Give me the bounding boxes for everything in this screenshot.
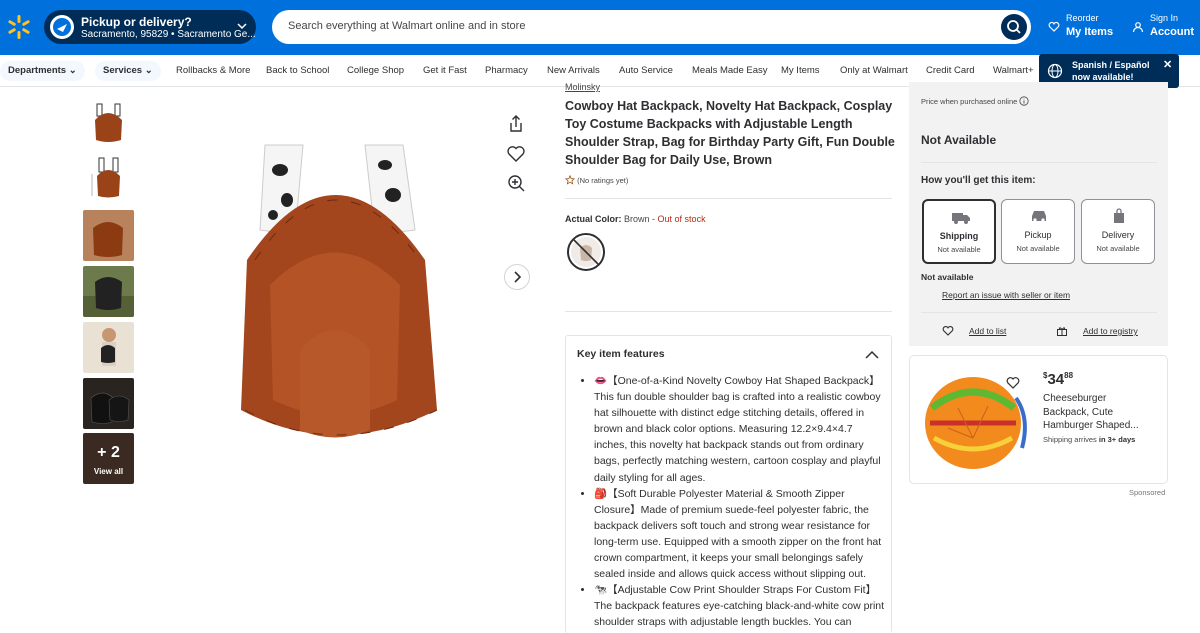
color-swatch-brown[interactable] bbox=[567, 233, 605, 271]
not-available-note: Not available bbox=[921, 272, 974, 282]
search-input[interactable]: Search everything at Walmart online and … bbox=[288, 20, 525, 32]
brand-link[interactable]: Molinsky bbox=[565, 82, 600, 92]
product-title: Cowboy Hat Backpack, Novelty Hat Backpac… bbox=[565, 99, 895, 167]
nav-credit-card[interactable]: Credit Card bbox=[918, 61, 983, 81]
shipping-option[interactable]: Shipping Not available bbox=[922, 199, 996, 264]
feature-item: 🎒【Soft Durable Polyester Material & Smoo… bbox=[594, 486, 886, 583]
globe-icon bbox=[1047, 63, 1063, 79]
nav-back-to-school[interactable]: Back to School bbox=[258, 61, 337, 81]
pickup-delivery-selector[interactable]: Pickup or delivery? Sacramento, 95829 • … bbox=[44, 10, 256, 44]
feature-item: 🐄【Adjustable Cow Print Shoulder Straps F… bbox=[594, 582, 886, 630]
more-images-count: + 2 bbox=[97, 444, 120, 461]
delivery-option[interactable]: Delivery Not available bbox=[1081, 199, 1155, 264]
thumbnail-6[interactable] bbox=[83, 378, 134, 429]
close-icon[interactable]: ✕ bbox=[1163, 58, 1172, 71]
pickup-option[interactable]: Pickup Not available bbox=[1001, 199, 1075, 264]
pickup-icon bbox=[50, 15, 74, 39]
divider bbox=[921, 312, 1157, 313]
divider bbox=[921, 162, 1157, 163]
truck-icon bbox=[952, 213, 970, 224]
bag-icon bbox=[1114, 208, 1124, 223]
nav-services[interactable]: Services ⌄ bbox=[95, 61, 161, 81]
nav-rollbacks[interactable]: Rollbacks & More bbox=[168, 61, 258, 81]
add-to-registry-link[interactable]: Add to registry bbox=[1083, 326, 1138, 336]
gift-icon[interactable] bbox=[1056, 325, 1068, 337]
heart-icon[interactable] bbox=[942, 325, 954, 337]
main-product-image[interactable] bbox=[225, 140, 450, 460]
user-icon bbox=[1132, 22, 1144, 33]
nav-new-arrivals[interactable]: New Arrivals bbox=[539, 61, 608, 81]
share-icon[interactable] bbox=[504, 112, 528, 136]
sponsored-label: Sponsored bbox=[1129, 488, 1166, 497]
info-icon[interactable] bbox=[1019, 96, 1030, 106]
nav-get-it-fast[interactable]: Get it Fast bbox=[415, 61, 475, 81]
rating[interactable]: (No ratings yet) bbox=[564, 174, 629, 185]
divider bbox=[565, 311, 892, 312]
pickup-title: Pickup or delivery? bbox=[81, 15, 192, 29]
nav-meals-made-easy[interactable]: Meals Made Easy bbox=[684, 61, 776, 81]
language-message: Spanish / Español now available! bbox=[1072, 60, 1150, 82]
thumbnail-4[interactable] bbox=[83, 266, 134, 317]
nav-only-at-walmart[interactable]: Only at Walmart bbox=[832, 61, 916, 81]
thumbnail-5[interactable] bbox=[83, 322, 134, 373]
chevron-down-icon: ⌄ bbox=[68, 65, 77, 76]
nav-departments[interactable]: Departments ⌄ bbox=[0, 61, 85, 81]
favorite-heart-icon[interactable] bbox=[504, 142, 528, 166]
favorite-heart-icon[interactable] bbox=[1004, 374, 1022, 392]
divider bbox=[565, 198, 892, 199]
account-label: Account bbox=[1150, 26, 1194, 38]
header: Pickup or delivery? Sacramento, 95829 • … bbox=[0, 0, 1200, 55]
search-bar[interactable]: Search everything at Walmart online and … bbox=[272, 10, 1031, 44]
car-icon bbox=[1032, 211, 1046, 222]
key-item-features-panel: Key item features 👄【One-of-a-Kind Novelt… bbox=[565, 335, 892, 633]
thumbnail-2[interactable] bbox=[83, 154, 134, 205]
report-issue-link[interactable]: Report an issue with seller or item bbox=[942, 290, 1070, 300]
nav-pharmacy[interactable]: Pharmacy bbox=[477, 61, 536, 81]
sponsored-shipping: Shipping arrives in 3+ days bbox=[1043, 435, 1136, 444]
star-icon bbox=[564, 174, 576, 185]
color-label: Actual Color: Brown - Out of stock bbox=[565, 214, 706, 224]
zoom-in-icon[interactable] bbox=[504, 171, 528, 195]
availability-status: Not Available bbox=[921, 133, 997, 147]
search-icon bbox=[1007, 20, 1021, 34]
rating-text: (No ratings yet) bbox=[577, 176, 629, 185]
sign-in-label: Sign In bbox=[1150, 13, 1179, 23]
thumbnail-3[interactable] bbox=[83, 210, 134, 261]
nav-college-shop[interactable]: College Shop bbox=[339, 61, 412, 81]
add-to-list-link[interactable]: Add to list bbox=[969, 326, 1006, 336]
feature-item: 👄【One-of-a-Kind Novelty Cowboy Hat Shape… bbox=[594, 373, 886, 486]
sponsored-title[interactable]: Cheeseburger Backpack, Cute Hamburger Sh… bbox=[1043, 392, 1153, 432]
price-note: Price when purchased online bbox=[921, 96, 1030, 106]
nav-my-items[interactable]: My Items bbox=[773, 61, 828, 81]
stock-status: Out of stock bbox=[657, 214, 706, 224]
heart-icon bbox=[1048, 21, 1060, 32]
view-all-images-button[interactable]: + 2 View all bbox=[83, 433, 134, 484]
next-image-button[interactable] bbox=[504, 264, 530, 290]
thumbnail-1[interactable] bbox=[83, 98, 134, 149]
nav-walmart-plus[interactable]: Walmart+ bbox=[985, 61, 1042, 81]
reorder-label: Reorder bbox=[1066, 13, 1099, 23]
features-list: 👄【One-of-a-Kind Novelty Cowboy Hat Shape… bbox=[594, 373, 886, 631]
chevron-down-icon bbox=[237, 23, 247, 30]
nav-auto-service[interactable]: Auto Service bbox=[611, 61, 681, 81]
search-button[interactable] bbox=[1001, 14, 1027, 40]
my-items-label: My Items bbox=[1066, 26, 1114, 38]
fulfillment-heading: How you'll get this item: bbox=[921, 175, 1036, 186]
chevron-up-icon[interactable] bbox=[864, 348, 880, 362]
view-all-label: View all bbox=[93, 467, 124, 476]
walmart-spark-logo[interactable] bbox=[6, 14, 32, 40]
features-title: Key item features bbox=[577, 348, 665, 360]
chevron-down-icon: ⌄ bbox=[144, 65, 153, 76]
chevron-right-icon bbox=[514, 271, 522, 283]
sponsored-price: $3488 bbox=[1043, 371, 1074, 388]
pickup-location: Sacramento, 95829 • Sacramento Ge... bbox=[81, 29, 256, 40]
